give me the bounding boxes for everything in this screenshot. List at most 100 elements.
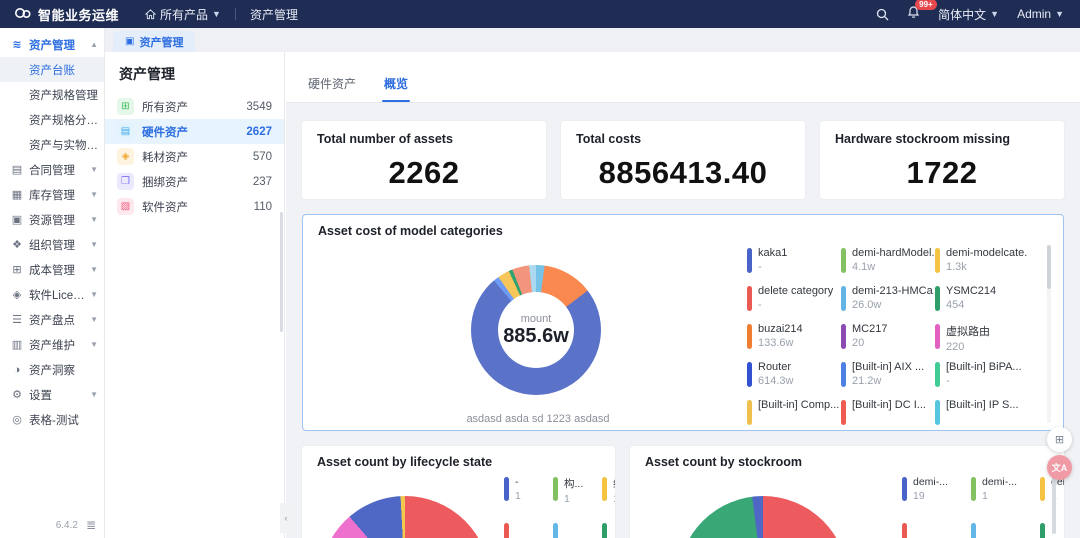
stockroom-legend: demi-...19 demi-...1 demi-...1: [902, 476, 1064, 538]
legend-item[interactable]: 维...14: [602, 476, 615, 522]
legend-item[interactable]: demi-hardModel... 4.1w: [841, 247, 935, 285]
category-all-assets[interactable]: ⊞ 所有资产 3549: [105, 94, 284, 119]
open-page-tab[interactable]: ▣ 资产管理: [113, 31, 196, 52]
notifications-button[interactable]: 99+: [907, 0, 937, 24]
stat-label: Total number of assets: [317, 132, 453, 146]
chart-title: Asset count by stockroom: [645, 455, 802, 469]
legend-item[interactable]: demi-...1: [971, 476, 1026, 522]
brand-logo[interactable]: 智能业务运维: [0, 5, 119, 24]
legend-item[interactable]: [Built-in] IP S...: [935, 399, 1029, 425]
legend-item[interactable]: [Built-in] DC I...: [841, 399, 935, 425]
legend-item[interactable]: 构... 1: [553, 476, 588, 522]
sidebar-group-stocktake[interactable]: ☰ 资产盘点 ▼: [0, 307, 104, 332]
grid-icon: ▥: [11, 339, 23, 351]
panel-scrollbar[interactable]: [280, 212, 283, 332]
category-hardware-assets[interactable]: ▤ 硬件资产 2627: [105, 119, 284, 144]
legend-item[interactable]: MC217 20: [841, 323, 935, 361]
language-selector[interactable]: 简体中文 ▼: [938, 6, 999, 23]
software-assets-icon: ▧: [117, 198, 134, 215]
chevron-down-icon: ▼: [90, 340, 98, 349]
legend-item[interactable]: Router 614.3w: [747, 361, 841, 399]
legend-item[interactable]: demi-modelcate... 1.3k: [935, 247, 1029, 285]
sidebar-group-inventory[interactable]: ▦ 库存管理 ▼: [0, 182, 104, 207]
topbar-divider: [234, 8, 236, 20]
chart-title: Asset cost of model categories: [318, 224, 503, 238]
all-products-label: 所有产品: [160, 7, 209, 22]
category-software-assets[interactable]: ▧ 软件资产 110: [105, 194, 284, 219]
legend-item[interactable]: buzai214 133.6w: [747, 323, 841, 361]
home-icon: [145, 8, 157, 20]
legend-item-clipped[interactable]: [971, 522, 1026, 538]
all-products-menu[interactable]: 所有产品 ▼: [145, 6, 221, 23]
translate-button[interactable]: 文A: [1047, 455, 1072, 480]
chevron-down-icon: ▼: [90, 165, 98, 174]
tab-overview[interactable]: 概览: [370, 75, 422, 102]
sidebar-group-cost[interactable]: ⊞ 成本管理 ▼: [0, 257, 104, 282]
bundled-assets-icon: ❒: [117, 173, 134, 190]
legend-item[interactable]: demi-213-HMCa... 26.0w: [841, 285, 935, 323]
sidebar-item-table-test[interactable]: ◎ 表格-测试: [0, 407, 104, 432]
pie-chart-icon: ◑: [13, 363, 21, 376]
legend-item[interactable]: 虚拟路由 220: [935, 323, 1029, 361]
sidebar-group-resource[interactable]: ▣ 资源管理 ▼: [0, 207, 104, 232]
search-icon[interactable]: [876, 8, 889, 21]
sidebar-item-asset-spec[interactable]: 资产规格管理: [0, 82, 104, 107]
legend-item-clipped[interactable]: [504, 522, 539, 538]
stats-row: Total number of assets 2262 Total costs …: [302, 121, 1064, 199]
widgets-plus-icon: ⊞: [1054, 434, 1065, 446]
category-bundled-assets[interactable]: ❒ 捆绑资产 237: [105, 169, 284, 194]
sidebar-group-software-license[interactable]: ◈ 软件License... ▼: [0, 282, 104, 307]
legend-item[interactable]: YSMC214 454: [935, 285, 1029, 323]
user-menu[interactable]: Admin ▼: [1017, 7, 1064, 21]
left-sidebar: ≋ 资产管理 ▲ 资产台账 资产规格管理 资产规格分类管理 资产与实物映射...…: [0, 28, 105, 538]
legend-item[interactable]: kaka1-: [747, 247, 841, 285]
sidebar-item-asset-spec-class[interactable]: 资产规格分类管理: [0, 107, 104, 132]
legend-item[interactable]: [Built-in] BiPA... -: [935, 361, 1029, 399]
lifecycle-pie-chart[interactable]: [320, 496, 490, 538]
collapse-panel-handle[interactable]: ‹: [280, 503, 292, 533]
sidebar-group-settings[interactable]: ⚙ 设置 ▼: [0, 382, 104, 407]
legend-item[interactable]: delete category -: [747, 285, 841, 323]
sidebar-item-asset-insight[interactable]: ◑ 资产洞察: [0, 357, 104, 382]
legend-item-clipped[interactable]: [902, 522, 957, 538]
chart-card-lifecycle: Asset count by lifecycle state -1 构... 1 …: [302, 446, 615, 538]
translate-icon: 文A: [1051, 463, 1068, 473]
breadcrumb-app-label: 资产管理: [249, 7, 298, 22]
sidebar-group-maintenance[interactable]: ▥ 资产维护 ▼: [0, 332, 104, 357]
legend-scrollbar-thumb[interactable]: [1047, 245, 1051, 289]
sidebar-group-asset-management[interactable]: ≋ 资产管理 ▲: [0, 32, 104, 57]
chart-title: Asset count by lifecycle state: [317, 455, 493, 469]
legend-item-clipped[interactable]: [602, 522, 615, 538]
sidebar-group-contract[interactable]: ▤ 合同管理 ▼: [0, 157, 104, 182]
collapse-menu-icon[interactable]: ≣: [86, 518, 96, 532]
stat-value: 8856413.40: [598, 155, 768, 190]
category-consumable-assets[interactable]: ◈ 耗材资产 570: [105, 144, 284, 169]
legend-item[interactable]: [Built-in] Comp...: [747, 399, 841, 425]
chart-legend: kaka1- demi-hardModel... 4.1w demi-modelc…: [747, 247, 1035, 425]
category-count: 2627: [246, 125, 272, 138]
legend-item[interactable]: -1: [504, 476, 539, 522]
add-widget-button[interactable]: ⊞: [1047, 427, 1072, 452]
sidebar-item-asset-mapping[interactable]: 资产与实物映射...: [0, 132, 104, 157]
legend-item-clipped[interactable]: [553, 522, 588, 538]
app-window: 智能业务运维 所有产品 ▼ 资产管理 99+ 简体中文 ▼ Admin ▼ ≋ …: [0, 0, 1080, 538]
asset-category-panel: 资产管理 ⊞ 所有资产 3549 ▤ 硬件资产 2627 ◈ 耗材资产 570 …: [105, 52, 285, 538]
page-title: 资产管理: [119, 66, 175, 82]
legend-item[interactable]: demi-... 19: [902, 476, 957, 522]
stockroom-pie-chart[interactable]: [678, 496, 848, 538]
notification-count-badge: 99+: [915, 0, 937, 11]
module-icon: ▣: [125, 36, 135, 47]
hardware-assets-icon: ▤: [117, 123, 134, 140]
chevron-down-icon: ▼: [90, 315, 98, 324]
tab-hardware-assets[interactable]: 硬件资产: [294, 75, 370, 102]
breadcrumb-app[interactable]: 资产管理: [250, 6, 298, 23]
sidebar-item-asset-ledger[interactable]: 资产台账: [0, 57, 104, 82]
legend-item[interactable]: [Built-in] AIX ... 21.2w: [841, 361, 935, 399]
chevron-down-icon: ▼: [90, 215, 98, 224]
main-content: 硬件资产 概览 Total number of assets 2262 Tota…: [286, 52, 1080, 538]
stat-card-total-costs: Total costs 8856413.40: [561, 121, 805, 199]
legend-scrollbar-thumb[interactable]: [1052, 474, 1056, 534]
stat-label: Total costs: [576, 132, 642, 146]
chart-caption: asdasd asda sd 1223 asdasd: [466, 413, 610, 425]
sidebar-group-organization[interactable]: ❖ 组织管理 ▼: [0, 232, 104, 257]
